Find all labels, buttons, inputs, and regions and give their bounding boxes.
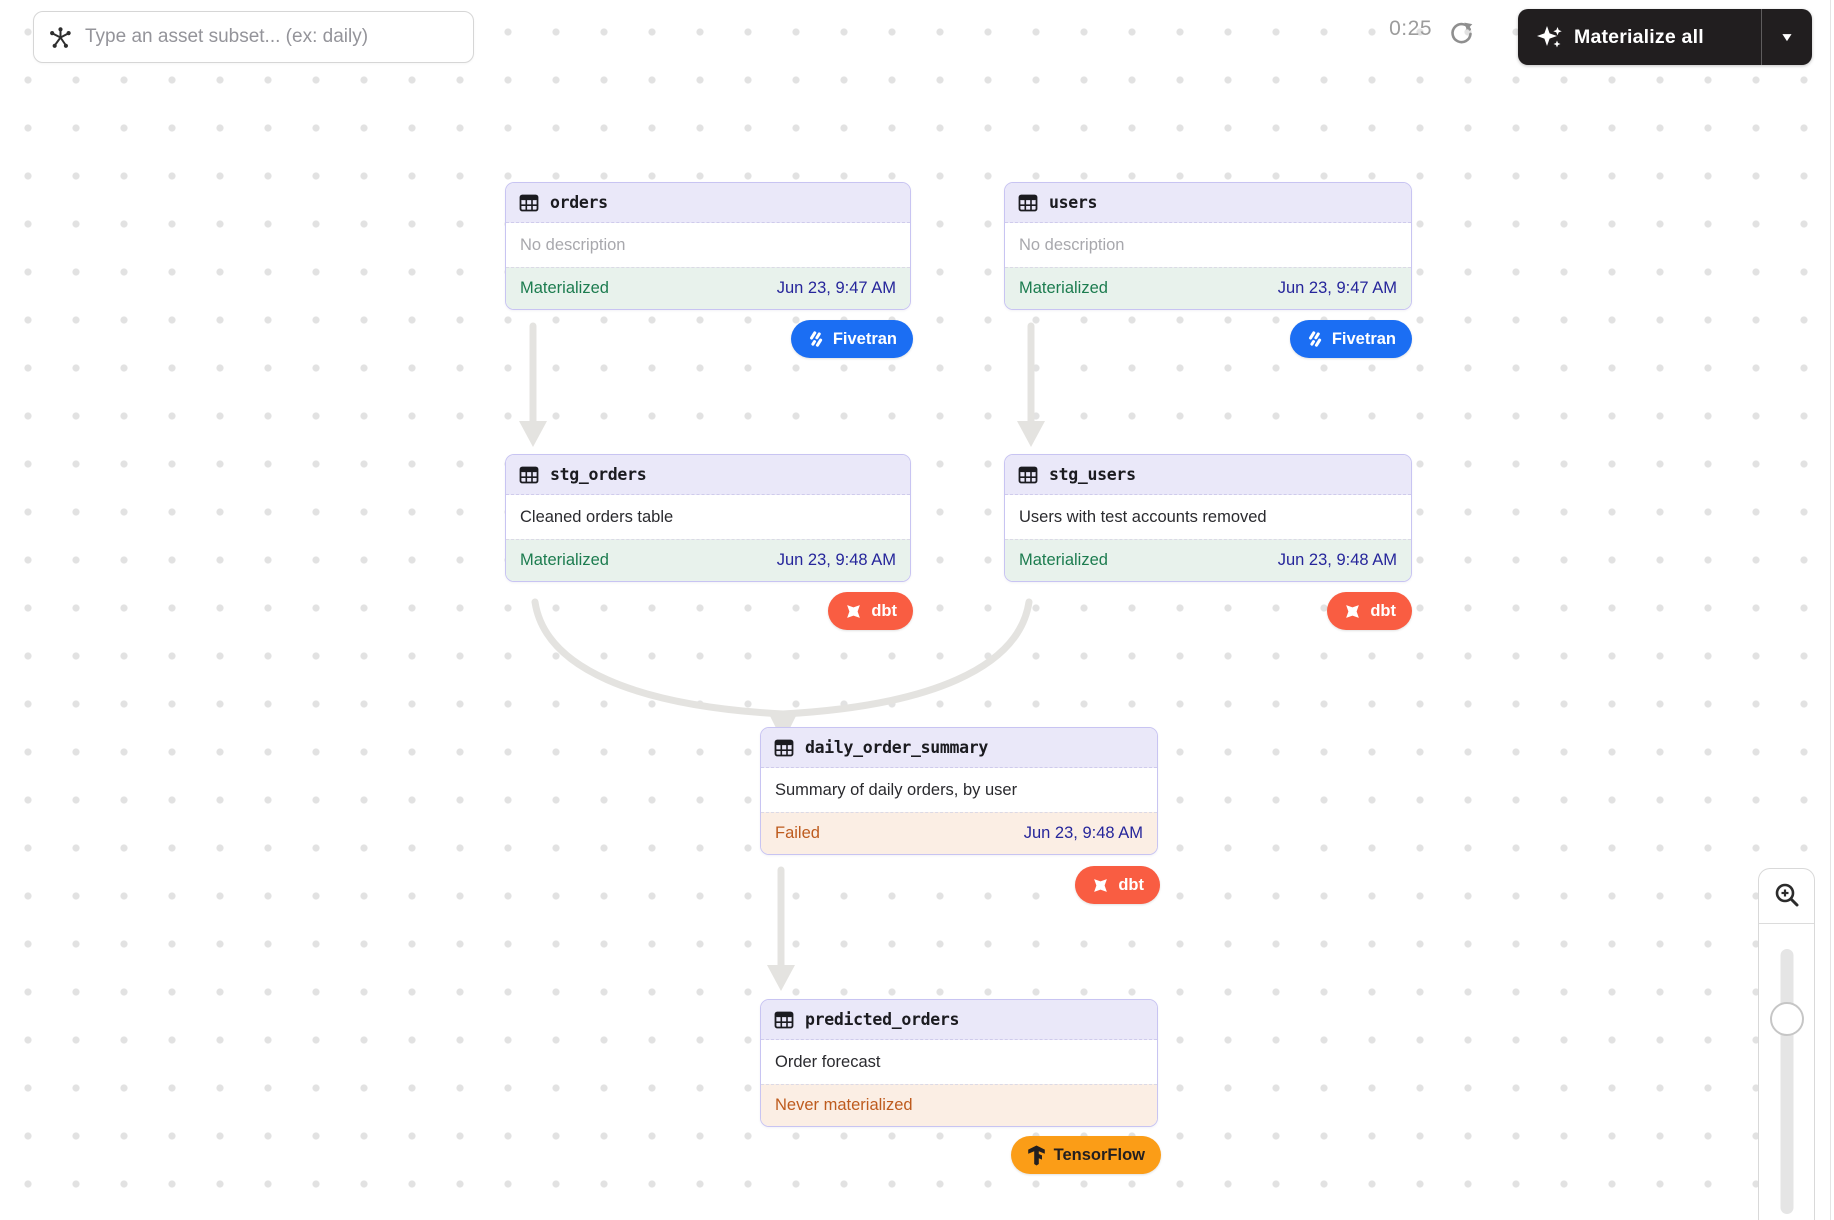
badge-label: Fivetran bbox=[833, 330, 897, 349]
asset-node-daily_order_summary[interactable]: daily_order_summary Summary of daily ord… bbox=[760, 727, 1158, 855]
materialize-all-label: Materialize all bbox=[1574, 26, 1704, 49]
fivetran-icon bbox=[1306, 330, 1324, 348]
table-icon bbox=[1018, 193, 1038, 213]
asset-title: users bbox=[1049, 193, 1097, 212]
dbt-badge[interactable]: dbt bbox=[1075, 866, 1160, 904]
asset-status-bar: Never materialized bbox=[761, 1084, 1157, 1126]
materialization-timestamp: Jun 23, 9:48 AM bbox=[1278, 551, 1397, 570]
asset-title: predicted_orders bbox=[805, 1010, 959, 1029]
table-icon bbox=[1018, 465, 1038, 485]
zoom-control bbox=[1758, 868, 1815, 1220]
fivetran-badge[interactable]: Fivetran bbox=[1290, 320, 1412, 358]
dbt-icon bbox=[1091, 876, 1110, 895]
asset-description: Summary of daily orders, by user bbox=[761, 768, 1157, 812]
badge-label: dbt bbox=[1118, 876, 1144, 895]
dbt-badge[interactable]: dbt bbox=[828, 592, 913, 630]
table-icon bbox=[519, 193, 539, 213]
asset-description: Order forecast bbox=[761, 1040, 1157, 1084]
materialization-timestamp: Jun 23, 9:47 AM bbox=[777, 279, 896, 298]
table-icon bbox=[774, 1010, 794, 1030]
search-input[interactable] bbox=[85, 26, 459, 48]
asset-title: stg_users bbox=[1049, 465, 1136, 484]
asset-node-orders[interactable]: orders No description Materialized Jun 2… bbox=[505, 182, 911, 310]
asset-title: orders bbox=[550, 193, 608, 212]
node-header: stg_orders bbox=[506, 455, 910, 495]
asset-graph-canvas[interactable]: 0:25 Materialize all ▼ bbox=[0, 0, 1834, 1220]
dbt-icon bbox=[1343, 602, 1362, 621]
sparkle-icon bbox=[1537, 24, 1563, 50]
badge-label: dbt bbox=[1370, 602, 1396, 621]
materialize-all-button[interactable]: Materialize all ▼ bbox=[1518, 9, 1812, 65]
table-icon bbox=[774, 738, 794, 758]
materialize-options-caret[interactable]: ▼ bbox=[1762, 9, 1812, 65]
node-header: orders bbox=[506, 183, 910, 223]
fivetran-icon bbox=[807, 330, 825, 348]
badge-label: dbt bbox=[871, 602, 897, 621]
node-header: predicted_orders bbox=[761, 1000, 1157, 1040]
asset-status-bar: Materialized Jun 23, 9:47 AM bbox=[506, 267, 910, 309]
status-label: Materialized bbox=[1019, 551, 1108, 570]
status-label: Failed bbox=[775, 824, 820, 843]
materialization-timestamp: Jun 23, 9:47 AM bbox=[1278, 279, 1397, 298]
asset-node-stg_orders[interactable]: stg_orders Cleaned orders table Material… bbox=[505, 454, 911, 582]
asset-node-predicted_orders[interactable]: predicted_orders Order forecast Never ma… bbox=[760, 999, 1158, 1127]
asset-node-stg_users[interactable]: stg_users Users with test accounts remov… bbox=[1004, 454, 1412, 582]
asset-title: daily_order_summary bbox=[805, 738, 988, 757]
node-header: daily_order_summary bbox=[761, 728, 1157, 768]
asset-subset-search[interactable] bbox=[33, 11, 474, 63]
table-icon bbox=[519, 465, 539, 485]
status-label: Never materialized bbox=[775, 1096, 913, 1115]
asset-description: No description bbox=[506, 223, 910, 267]
refresh-timer: 0:25 bbox=[1360, 17, 1432, 41]
asset-selection-icon bbox=[48, 25, 73, 50]
edge-stg_orders-daily bbox=[535, 602, 783, 714]
asset-status-bar: Failed Jun 23, 9:48 AM bbox=[761, 812, 1157, 854]
status-label: Materialized bbox=[520, 551, 609, 570]
asset-title: stg_orders bbox=[550, 465, 646, 484]
asset-description: Cleaned orders table bbox=[506, 495, 910, 539]
zoom-slider-track[interactable] bbox=[1780, 949, 1793, 1214]
zoom-slider-thumb[interactable] bbox=[1770, 1002, 1804, 1036]
materialization-timestamp: Jun 23, 9:48 AM bbox=[1024, 824, 1143, 843]
status-label: Materialized bbox=[1019, 279, 1108, 298]
asset-node-users[interactable]: users No description Materialized Jun 23… bbox=[1004, 182, 1412, 310]
asset-status-bar: Materialized Jun 23, 9:47 AM bbox=[1005, 267, 1411, 309]
badge-label: TensorFlow bbox=[1054, 1146, 1145, 1165]
tensorflow-badge[interactable]: TensorFlow bbox=[1011, 1136, 1161, 1174]
materialization-timestamp: Jun 23, 9:48 AM bbox=[777, 551, 896, 570]
asset-description: No description bbox=[1005, 223, 1411, 267]
asset-description: Users with test accounts removed bbox=[1005, 495, 1411, 539]
zoom-in-button[interactable] bbox=[1759, 869, 1814, 924]
asset-status-bar: Materialized Jun 23, 9:48 AM bbox=[1005, 539, 1411, 581]
dbt-badge[interactable]: dbt bbox=[1327, 592, 1412, 630]
fivetran-badge[interactable]: Fivetran bbox=[791, 320, 913, 358]
dbt-icon bbox=[844, 602, 863, 621]
materialize-all-main[interactable]: Materialize all bbox=[1518, 9, 1761, 65]
magnifier-plus-icon bbox=[1772, 881, 1802, 911]
badge-label: Fivetran bbox=[1332, 330, 1396, 349]
node-header: stg_users bbox=[1005, 455, 1411, 495]
node-header: users bbox=[1005, 183, 1411, 223]
status-label: Materialized bbox=[520, 279, 609, 298]
tensorflow-icon bbox=[1027, 1145, 1046, 1166]
asset-status-bar: Materialized Jun 23, 9:48 AM bbox=[506, 539, 910, 581]
refresh-icon[interactable] bbox=[1446, 17, 1476, 47]
caret-down-icon: ▼ bbox=[1779, 30, 1794, 44]
